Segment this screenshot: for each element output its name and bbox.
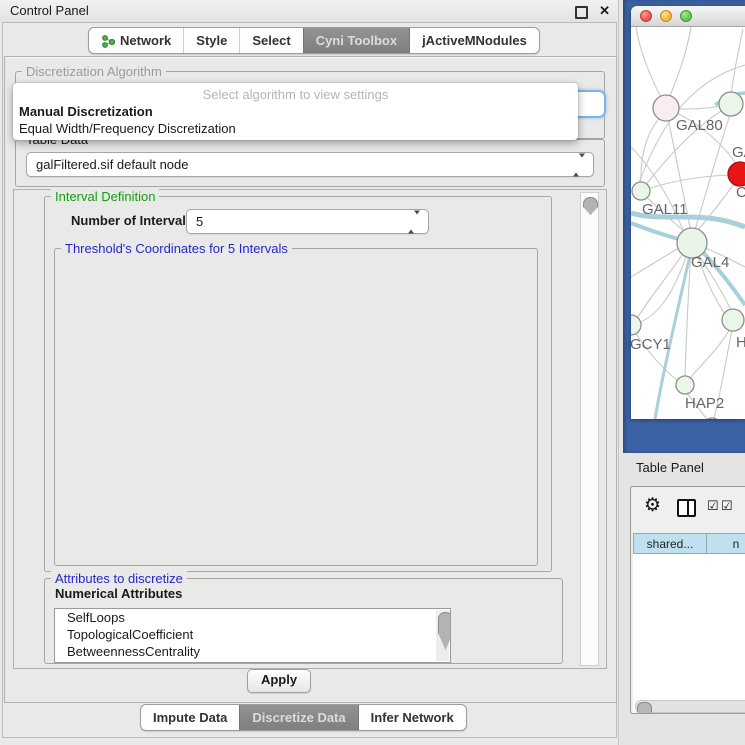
list-item[interactable]: BetweennessCentrality: [55, 643, 450, 660]
numerical-attributes-label: Numerical Attributes: [55, 586, 182, 601]
attributes-group-label: Attributes to discretize: [51, 571, 187, 586]
node-label: GAL80: [676, 117, 723, 134]
table-panel-toolbar: ⚙ ☑ ☑: [631, 487, 745, 531]
gear-icon[interactable]: ⚙: [644, 494, 661, 517]
algorithm-option-manual[interactable]: Manual Discretization: [13, 103, 578, 120]
table-horizontal-scrollbar[interactable]: [635, 700, 745, 713]
network-graph: GAL80 GA C GAL11 GAL4 GCY1 H HAP2: [631, 27, 745, 419]
table-panel: ⚙ ☑ ☑ shared... n: [630, 486, 745, 714]
tab-style-label: Style: [196, 28, 227, 53]
close-icon[interactable]: ✕: [599, 0, 610, 22]
cyni-toolbox-panel: Discretization Algorithm Select algorith…: [4, 56, 617, 703]
control-panel-titlebar: Control Panel ✕: [0, 0, 618, 22]
thresholds-group: Threshold's Coordinates for 5 Intervals: [54, 248, 538, 566]
control-panel: Control Panel ✕ Network Style Select Cyn…: [0, 0, 619, 745]
tab-jactivemnodules[interactable]: jActiveMNodules: [409, 28, 539, 53]
network-node[interactable]: [719, 92, 743, 116]
node-label: GAL4: [691, 254, 729, 271]
tab-network[interactable]: Network: [89, 28, 183, 53]
minimize-traffic-light-icon[interactable]: [660, 10, 672, 22]
tab-select[interactable]: Select: [239, 28, 302, 53]
table-data-group: Table Data galFiltered.sif default node: [15, 139, 605, 187]
column-header-shared[interactable]: shared...: [633, 533, 707, 554]
combo-stepper-icon: [573, 153, 585, 176]
network-node[interactable]: [722, 309, 744, 331]
tab-cyni-toolbox-label: Cyni Toolbox: [316, 28, 397, 53]
column-header-name[interactable]: n: [706, 533, 745, 554]
algorithm-option-equal-width[interactable]: Equal Width/Frequency Discretization: [13, 120, 578, 137]
tab-impute-data-label: Impute Data: [153, 705, 227, 730]
tab-discretize-data[interactable]: Discretize Data: [239, 705, 357, 730]
tab-network-label: Network: [120, 28, 171, 53]
attributes-group: Attributes to discretize Numerical Attri…: [44, 578, 563, 664]
tab-infer-network[interactable]: Infer Network: [358, 705, 466, 730]
control-panel-title: Control Panel: [10, 0, 89, 22]
control-panel-tabs: Network Style Select Cyni Toolbox jActiv…: [88, 27, 540, 54]
node-label: C: [736, 184, 745, 201]
number-of-intervals-value: 5: [196, 214, 203, 229]
algorithm-prompt: Select algorithm to view settings: [13, 83, 578, 103]
network-icon: [101, 34, 115, 48]
list-item[interactable]: SelfLoops: [55, 609, 450, 626]
discretization-algorithm-group-label: Discretization Algorithm: [22, 64, 166, 79]
thresholds-group-label: Threshold's Coordinates for 5 Intervals: [61, 241, 292, 256]
algorithm-dropdown-popup: Select algorithm to view settings Manual…: [13, 83, 578, 140]
node-label: HAP2: [685, 395, 724, 412]
attributes-list-scrollbar[interactable]: [436, 610, 449, 661]
tab-style[interactable]: Style: [183, 28, 239, 53]
table-data-combobox[interactable]: galFiltered.sif default node: [26, 152, 594, 177]
numerical-attributes-list: SelfLoops TopologicalCoefficient Between…: [54, 608, 451, 663]
bottom-tabs: Impute Data Discretize Data Infer Networ…: [140, 704, 467, 731]
split-columns-icon[interactable]: [677, 499, 696, 517]
interval-definition-group-label: Interval Definition: [51, 189, 159, 204]
tab-cyni-toolbox[interactable]: Cyni Toolbox: [303, 28, 409, 53]
settings-scroll-region: Interval Definition Number of Intervals …: [13, 189, 607, 669]
node-label: GCY1: [631, 336, 671, 353]
node-label: GA: [732, 144, 745, 161]
attribute-table: shared... n: [633, 533, 745, 713]
node-label: GAL11: [642, 201, 688, 218]
table-body: [633, 556, 745, 699]
number-of-intervals-combobox[interactable]: 5: [186, 209, 429, 234]
tab-infer-network-label: Infer Network: [371, 705, 454, 730]
network-window[interactable]: GAL80 GA C GAL11 GAL4 GCY1 H HAP2: [631, 6, 745, 419]
tab-select-label: Select: [252, 28, 290, 53]
checkbox-icon[interactable]: ☑: [707, 498, 719, 514]
interval-definition-group: Interval Definition Number of Intervals …: [44, 196, 552, 572]
close-traffic-light-icon[interactable]: [640, 10, 652, 22]
float-window-icon[interactable]: [575, 6, 588, 19]
network-window-titlebar: [631, 6, 745, 27]
tab-discretize-data-label: Discretize Data: [252, 705, 345, 730]
checkbox-icon[interactable]: ☑: [721, 498, 733, 514]
tab-jactivemnodules-label: jActiveMNodules: [422, 28, 527, 53]
table-panel-title: Table Panel: [636, 460, 704, 475]
node-label: H: [736, 334, 745, 351]
network-node[interactable]: [631, 315, 641, 335]
network-canvas[interactable]: GAL80 GA C GAL11 GAL4 GCY1 H HAP2: [631, 27, 745, 419]
network-node[interactable]: [676, 376, 694, 394]
apply-button[interactable]: Apply: [247, 669, 311, 693]
table-data-value: galFiltered.sif default node: [36, 157, 188, 172]
zoom-traffic-light-icon[interactable]: [680, 10, 692, 22]
combo-stepper-icon: [408, 210, 420, 233]
network-node[interactable]: [632, 182, 650, 200]
tab-impute-data[interactable]: Impute Data: [141, 705, 239, 730]
list-item[interactable]: TopologicalCoefficient: [55, 626, 450, 643]
application-window: Control Panel ✕ Network Style Select Cyn…: [0, 0, 745, 745]
number-of-intervals-label: Number of Intervals: [71, 213, 193, 228]
settings-vertical-scrollbar[interactable]: [580, 192, 599, 666]
network-node-selected[interactable]: [728, 162, 745, 186]
